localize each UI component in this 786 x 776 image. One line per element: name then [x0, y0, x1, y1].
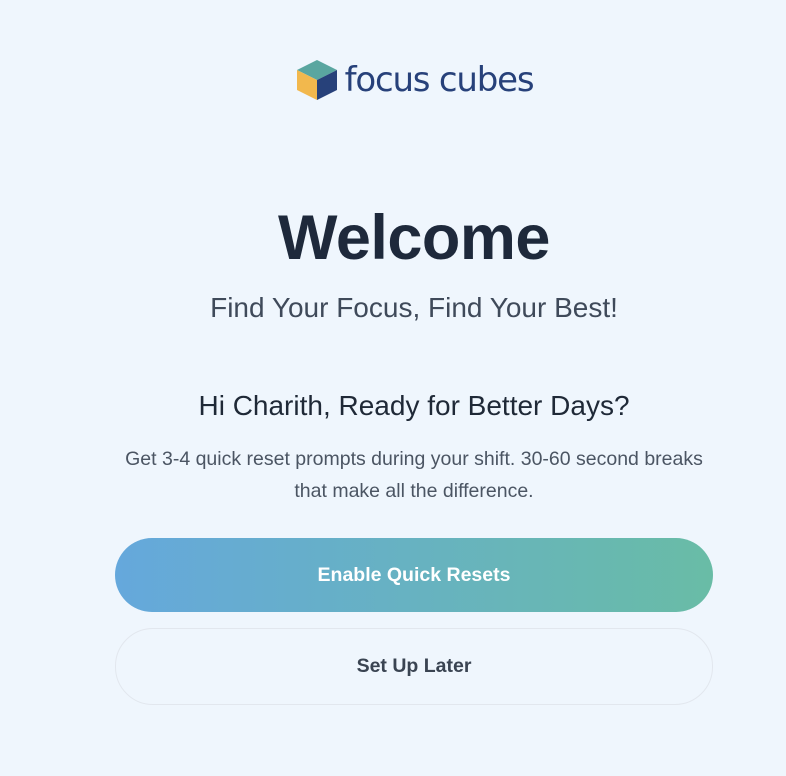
set-up-later-label: Set Up Later — [356, 655, 472, 677]
enable-quick-resets-label: Enable Quick Resets — [317, 563, 511, 586]
brand-name: focus cubes — [344, 60, 535, 100]
page-title: Welcome — [278, 203, 550, 273]
reset-description: Get 3-4 quick reset prompts during your … — [125, 448, 703, 502]
cube-logo-icon — [296, 60, 337, 100]
set-up-later-button[interactable]: Set Up Later — [115, 628, 713, 705]
greeting-heading: Hi Charith, Ready for Better Days? — [198, 390, 630, 421]
brand-logo: focus cubes — [0, 58, 786, 102]
enable-quick-resets-button[interactable]: Enable Quick Resets — [115, 538, 713, 612]
tagline: Find Your Focus, Find Your Best! — [210, 292, 618, 323]
